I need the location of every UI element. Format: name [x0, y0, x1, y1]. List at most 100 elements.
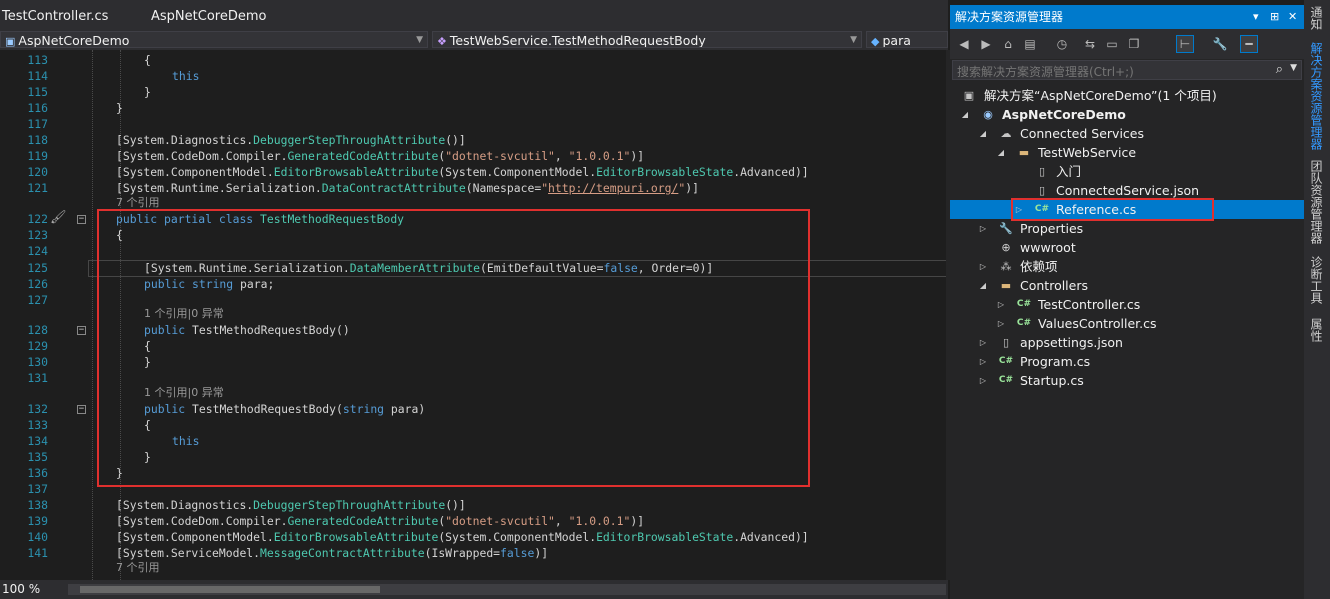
solution-explorer-toolbar: ◀ ▶ ⌂ ▤ ◷ ⇆ ▭ ❐ ⊢ 🔧 ━ [950, 29, 1304, 59]
tree-item-project[interactable]: ◢ ◉ AspNetCoreDemo [950, 105, 1304, 124]
pin-icon[interactable]: ⊞ [1270, 5, 1279, 29]
code-line: 133{ [27, 418, 151, 432]
code-line: 124 [27, 244, 48, 258]
chevron-down-icon: ▼ [416, 35, 423, 45]
codelens-references[interactable]: 7 个引用 [0, 195, 946, 211]
dropdown-icon[interactable]: ▾ [1253, 5, 1259, 29]
tree-item-label: Program.cs [1020, 354, 1091, 369]
tree-item-testcontroller[interactable]: ▷ C# TestController.cs [950, 295, 1304, 314]
expanded-icon[interactable]: ◢ [996, 143, 1006, 162]
class-icon: ❖ [437, 35, 447, 48]
collapsed-icon[interactable]: ▷ [996, 295, 1006, 314]
panel-title: 解决方案资源管理器 [955, 10, 1064, 24]
properties-icon[interactable]: 🔧 [1212, 36, 1228, 52]
cloud-icon: ☁ [1000, 127, 1012, 140]
tree-item-dependencies[interactable]: ▷ ⁂ 依赖项 [950, 257, 1304, 276]
tab-project[interactable]: AspNetCoreDemo [151, 9, 266, 24]
collapsed-icon[interactable]: ▷ [978, 371, 988, 390]
tree-item-label: Connected Services [1020, 126, 1144, 141]
quick-actions-icon[interactable]: 🖌 [50, 210, 67, 225]
tree-item-properties[interactable]: ▷ 🔧 Properties [950, 219, 1304, 238]
editor-status-bar: 100 % [0, 580, 948, 599]
tab-properties[interactable]: 属性 [1308, 318, 1325, 342]
expanded-icon[interactable]: ◢ [978, 276, 988, 295]
tree-item-solution[interactable]: ▣ 解决方案“AspNetCoreDemo”(1 个项目) [950, 86, 1304, 105]
side-tool-tabs: 通知 解决方案资源管理器 团队资源管理器 诊断工具 属性 [1304, 0, 1330, 599]
code-line: 140 [System.ComponentModel.EditorBrowsabl… [27, 530, 809, 544]
codelens-references[interactable]: 1 个引用|0 异常 [0, 385, 946, 401]
forward-icon[interactable]: ▶ [978, 36, 994, 52]
collapse-icon[interactable]: − [77, 405, 86, 414]
code-line: 116} [27, 101, 123, 115]
expanded-icon[interactable]: ◢ [960, 105, 970, 124]
class-dropdown[interactable]: ❖ TestWebService.TestMethodRequestBody ▼ [432, 31, 862, 48]
tree-item-label: wwwroot [1020, 240, 1076, 255]
home-icon[interactable]: ⌂ [1000, 36, 1016, 52]
collapsed-icon[interactable]: ▷ [996, 314, 1006, 333]
project-dropdown[interactable]: ▣ AspNetCoreDemo ▼ [0, 31, 428, 48]
wrench-icon: 🔧 [999, 222, 1013, 235]
tree-item-label: Controllers [1020, 278, 1088, 293]
code-line: 134 this [27, 434, 200, 448]
collapse-all-icon[interactable]: ▭ [1104, 36, 1120, 52]
expanded-icon[interactable]: ◢ [978, 124, 988, 143]
scrollbar-thumb[interactable] [80, 586, 380, 593]
csharp-file-icon: C# [1034, 204, 1050, 214]
back-icon[interactable]: ◀ [956, 36, 972, 52]
tree-item-label: ValuesController.cs [1038, 316, 1157, 331]
code-line: 113{ [27, 53, 151, 67]
tree-item-connectedservice-json[interactable]: ▯ ConnectedService.json [950, 181, 1304, 200]
project-icon: ▣ [5, 35, 16, 48]
pending-changes-icon[interactable]: ◷ [1054, 36, 1070, 52]
tree-item-connected-services[interactable]: ◢ ☁ Connected Services [950, 124, 1304, 143]
search-icon[interactable]: ⌕ [1276, 62, 1283, 77]
code-editor[interactable]: 113{ 114 this 115} 116} 117 118 [System.Di… [0, 50, 946, 580]
preview-icon[interactable]: ⊢ [1176, 35, 1194, 53]
code-line: 126 public string para; [27, 277, 275, 291]
collapse-icon[interactable]: − [77, 215, 86, 224]
zoom-level[interactable]: 100 % [2, 582, 40, 596]
folder-icon: ▬ [1000, 279, 1012, 292]
collapsed-icon[interactable]: ▷ [1014, 200, 1024, 219]
codelens-references[interactable]: 1 个引用|0 异常 [0, 306, 946, 322]
tree-item-reference-cs[interactable]: ▷ C# Reference.cs [950, 200, 1304, 219]
member-dropdown[interactable]: ◆ para [866, 31, 948, 48]
code-line: 132− public TestMethodRequestBody(string … [27, 402, 426, 416]
show-all-files-icon[interactable]: ❐ [1126, 36, 1142, 52]
code-line: 117 [27, 117, 48, 131]
tab-notifications[interactable]: 通知 [1308, 6, 1325, 30]
codelens-references[interactable]: 7 个引用 [0, 560, 946, 576]
tab-team-explorer[interactable]: 团队资源管理器 [1308, 160, 1325, 244]
csharp-file-icon: C# [998, 375, 1014, 385]
tree-item-startup[interactable]: ▷ C# Startup.cs [950, 371, 1304, 390]
dependencies-icon: ⁂ [1000, 260, 1012, 273]
chevron-down-icon[interactable]: ▼ [1290, 63, 1297, 73]
tab-testcontroller[interactable]: TestController.cs [2, 9, 108, 24]
switch-views-icon[interactable]: ▤ [1022, 36, 1038, 52]
tree-item-testwebservice[interactable]: ◢ ▬ TestWebService [950, 143, 1304, 162]
tree-item-appsettings[interactable]: ▷ ▯ appsettings.json [950, 333, 1304, 352]
collapsed-icon[interactable]: ▷ [978, 257, 988, 276]
solution-search-input[interactable] [953, 62, 1259, 82]
code-line-current: 125 [System.Runtime.Serialization.DataMem… [27, 261, 714, 275]
tree-item-controllers[interactable]: ◢ ▬ Controllers [950, 276, 1304, 295]
tree-item-program[interactable]: ▷ C# Program.cs [950, 352, 1304, 371]
tab-diagnostic-tools[interactable]: 诊断工具 [1308, 256, 1325, 304]
tree-item-valuescontroller[interactable]: ▷ C# ValuesController.cs [950, 314, 1304, 333]
collapsed-icon[interactable]: ▷ [978, 333, 988, 352]
tab-solution-explorer[interactable]: 解决方案资源管理器 [1308, 42, 1325, 150]
editor-horizontal-scrollbar[interactable] [68, 584, 946, 595]
collapsed-icon[interactable]: ▷ [978, 219, 988, 238]
namespace-link[interactable]: http://tempuri.org/ [548, 181, 678, 195]
sync-icon[interactable]: ⇆ [1082, 36, 1098, 52]
preview-selected-icon[interactable]: ━ [1240, 35, 1258, 53]
tree-item-intro[interactable]: ▯ 入门 [950, 162, 1304, 181]
tree-item-label: appsettings.json [1020, 335, 1123, 350]
collapsed-icon[interactable]: ▷ [978, 352, 988, 371]
code-line: 130} [27, 355, 151, 369]
close-icon[interactable]: ✕ [1288, 5, 1297, 29]
tree-item-wwwroot[interactable]: ⊕ wwwroot [950, 238, 1304, 257]
collapse-icon[interactable]: − [77, 326, 86, 335]
tree-item-label: 依赖项 [1020, 259, 1058, 274]
code-line: 135} [27, 450, 151, 464]
